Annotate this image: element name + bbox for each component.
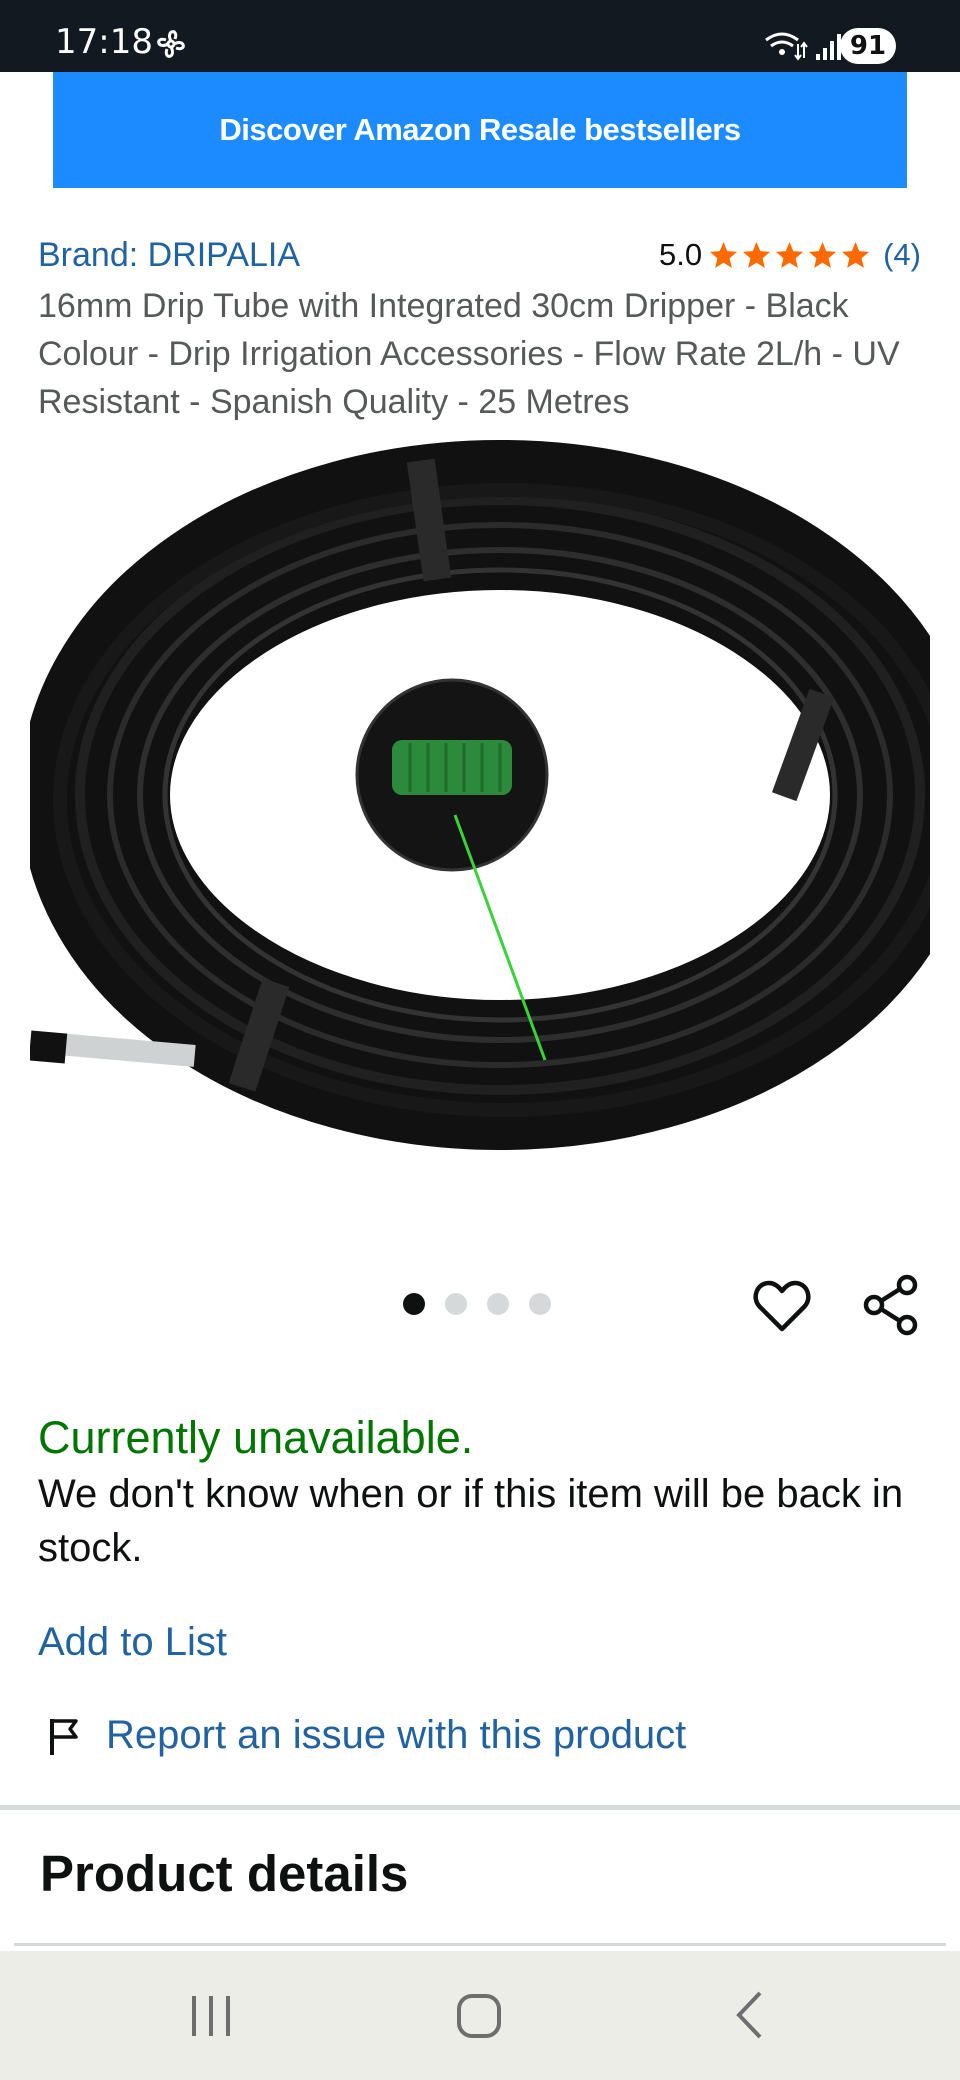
carousel-dot[interactable] — [403, 1293, 425, 1315]
star-icon — [776, 241, 804, 268]
image-carousel-indicator[interactable] — [403, 1293, 571, 1315]
stock-message: We don't know when or if this item will … — [38, 1472, 904, 1570]
status-time: 17:18 — [55, 22, 153, 62]
star-icon — [743, 241, 771, 268]
back-icon[interactable] — [734, 1990, 764, 2040]
brand-link[interactable]: Brand: DRIPALIA — [38, 236, 300, 275]
share-icon[interactable] — [862, 1274, 920, 1336]
signal-icon — [816, 34, 841, 60]
star-icon — [809, 241, 837, 268]
product-details-heading[interactable]: Product details — [40, 1844, 408, 1903]
rating[interactable]: 5.0 (4) — [659, 234, 921, 276]
product-image[interactable] — [30, 440, 930, 1180]
flag-icon — [50, 1718, 78, 1755]
resale-banner[interactable]: Discover Amazon Resale bestsellers — [53, 72, 907, 188]
carousel-dot[interactable] — [529, 1293, 551, 1315]
report-issue-link[interactable]: Report an issue with this product — [48, 1713, 686, 1758]
product-title: 16mm Drip Tube with Integrated 30cm Drip… — [38, 287, 900, 421]
section-divider — [0, 1805, 960, 1810]
carousel-dot[interactable] — [487, 1293, 509, 1315]
star-icon — [710, 241, 738, 268]
status-bar: 17:18 91 — [0, 0, 960, 72]
recent-apps-icon[interactable] — [190, 1994, 232, 2038]
rating-value: 5.0 — [659, 237, 703, 272]
heart-icon[interactable] — [753, 1277, 811, 1335]
report-issue-label: Report an issue with this product — [106, 1713, 687, 1757]
star-icon — [842, 241, 870, 268]
carousel-dot[interactable] — [445, 1293, 467, 1315]
fan-icon — [157, 30, 185, 58]
home-icon[interactable] — [456, 1993, 502, 2039]
divider — [14, 1943, 946, 1946]
availability-status: Currently unavailable. — [38, 1412, 474, 1463]
rating-count[interactable]: (4) — [883, 237, 921, 273]
star-rating — [708, 240, 873, 271]
add-to-list-link[interactable]: Add to List — [38, 1620, 227, 1665]
battery-level: 91 — [840, 28, 896, 64]
